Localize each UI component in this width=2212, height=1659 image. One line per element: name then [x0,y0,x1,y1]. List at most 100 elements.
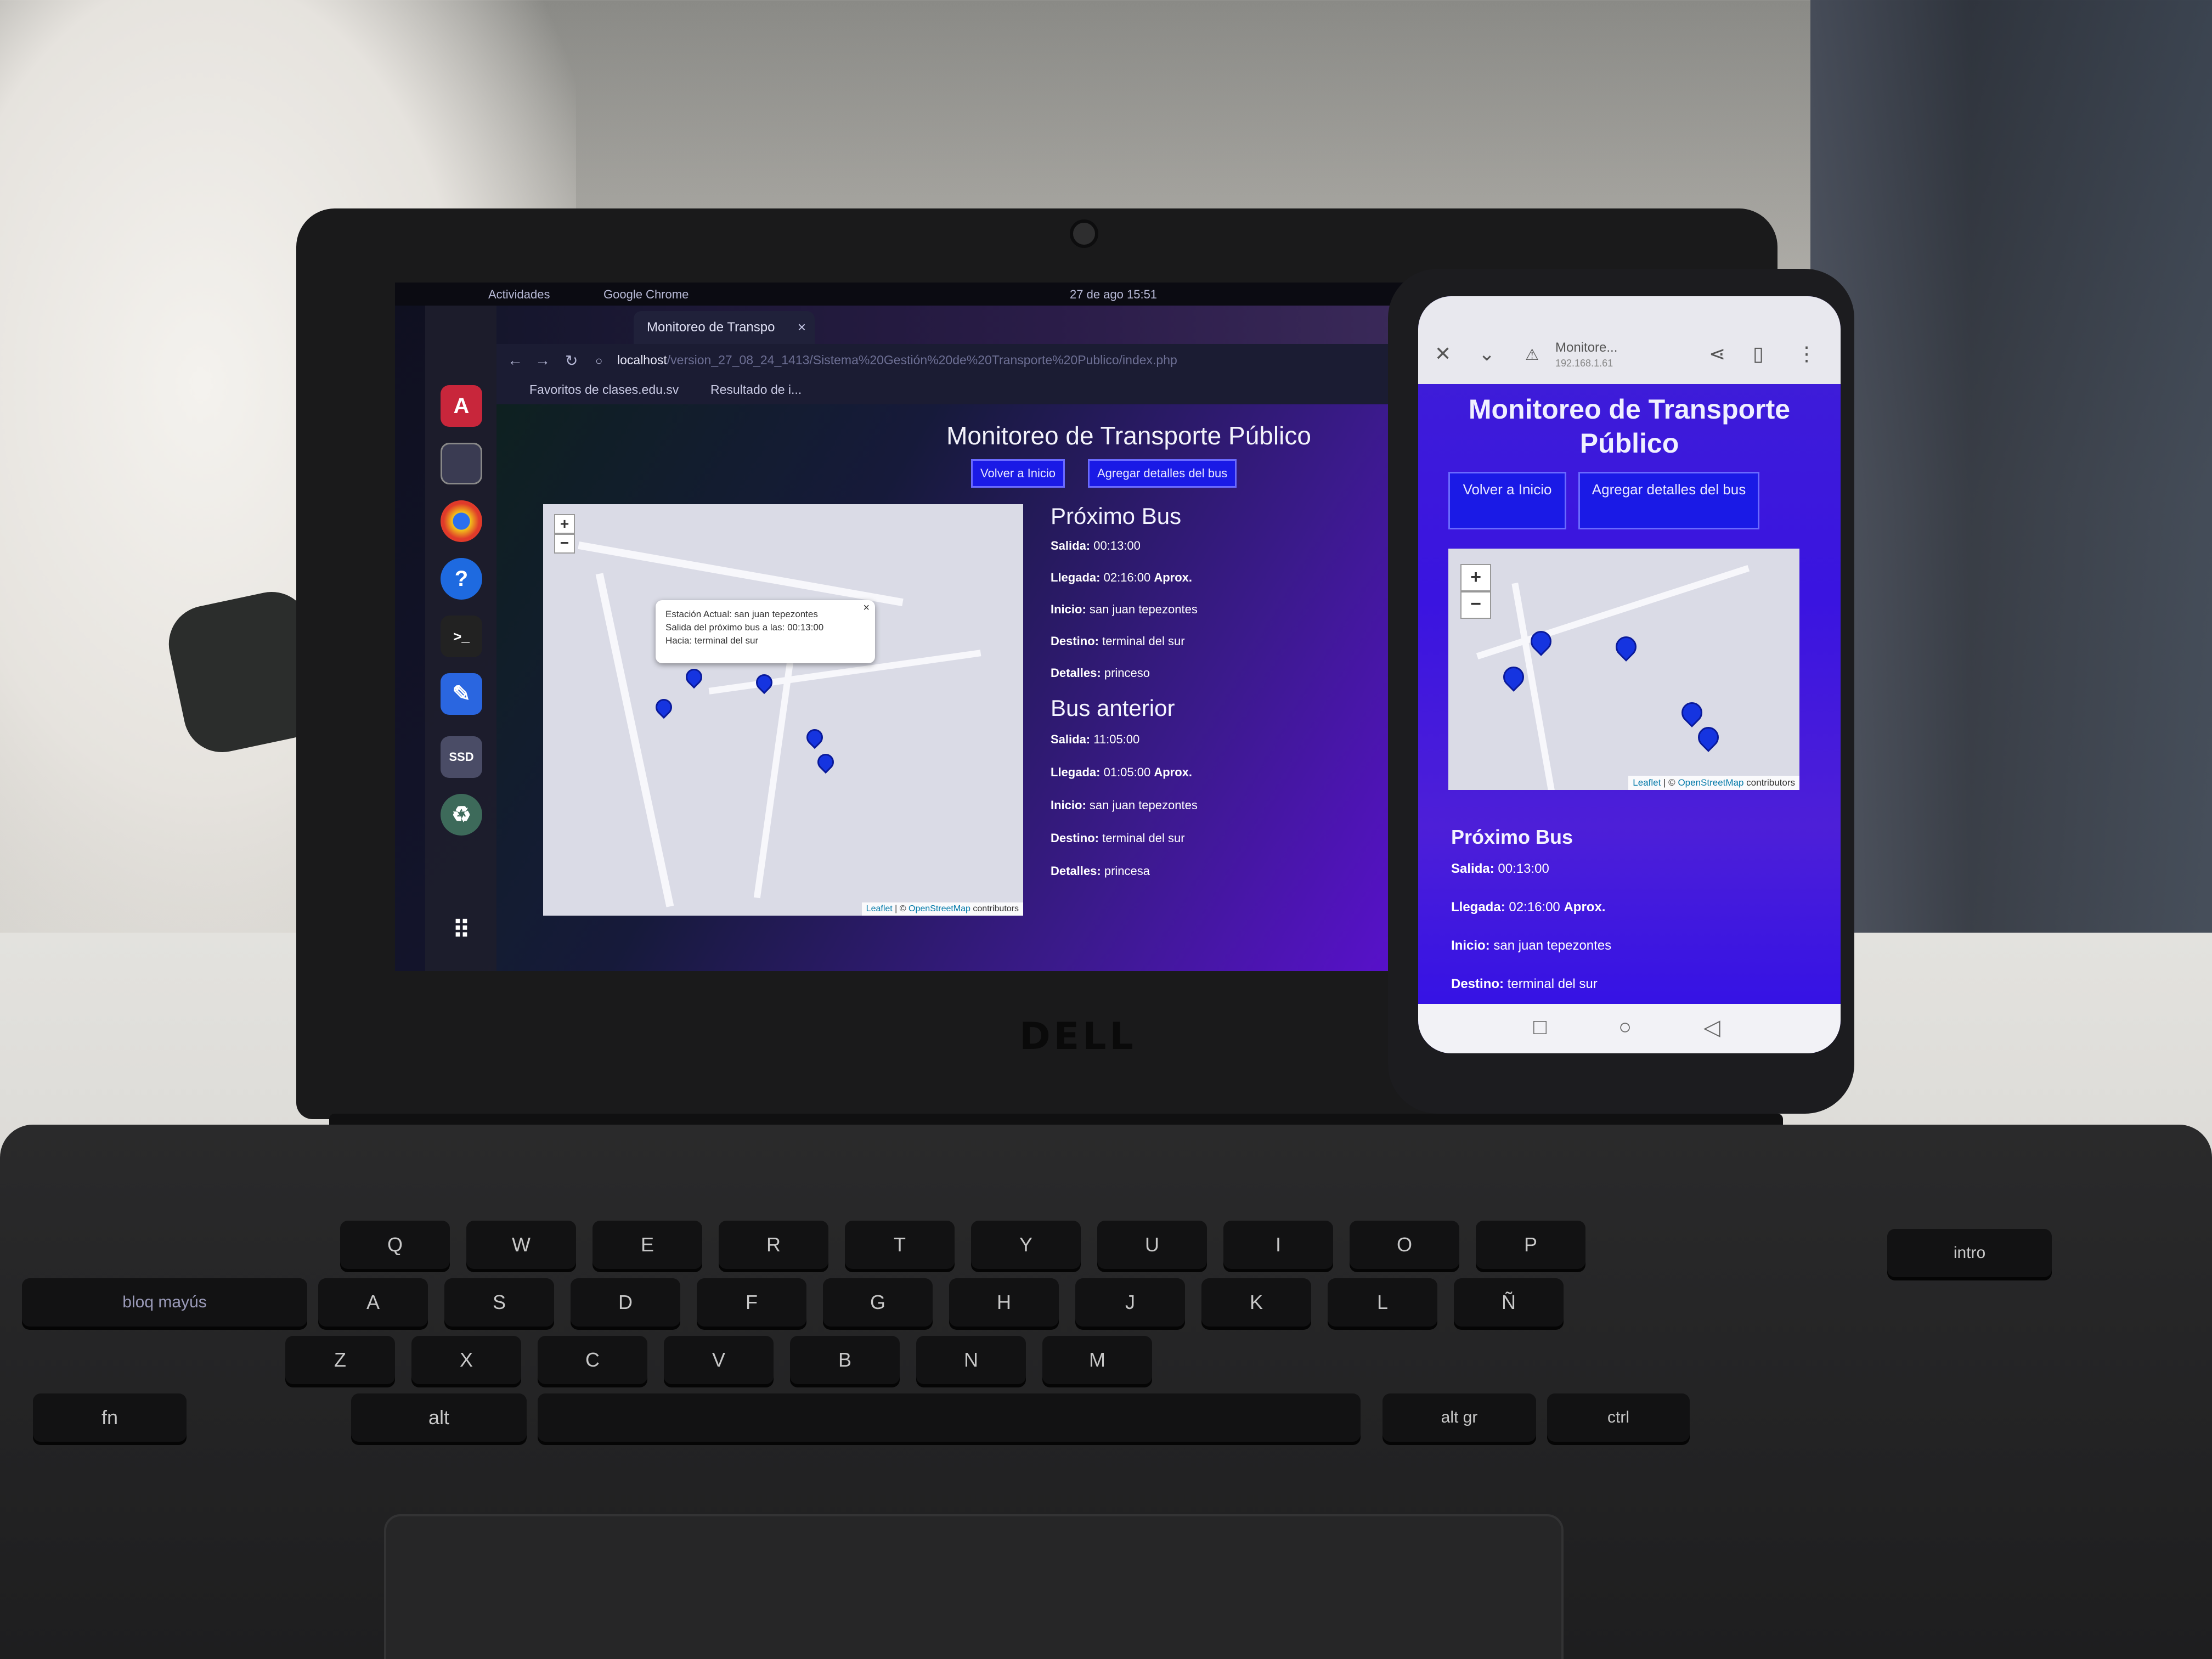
phone-chevron-down-icon[interactable]: ⌄ [1479,342,1495,365]
alt-gr-key[interactable]: alt gr [1383,1393,1536,1442]
fn-key[interactable]: fn [33,1393,187,1442]
bus-stop-marker[interactable] [1611,632,1641,662]
key-e[interactable]: E [592,1221,702,1269]
back-icon[interactable]: ← [507,352,523,369]
value: 11:05:00 [1093,732,1140,746]
app-center-icon[interactable]: A [441,385,482,427]
osm-link[interactable]: OpenStreetMap [1678,777,1743,788]
zoom-in-button[interactable]: + [554,514,575,534]
key-g[interactable]: G [823,1278,933,1327]
window-icon[interactable] [441,443,482,484]
key-v[interactable]: V [664,1336,774,1384]
key-p[interactable]: P [1476,1221,1585,1269]
ssd-drive-icon[interactable]: SSD [441,736,482,778]
phone-home-icon[interactable]: ○ [1618,1015,1632,1040]
forward-icon[interactable]: → [535,352,550,369]
popup-close-icon[interactable]: × [863,601,870,614]
key-q[interactable]: Q [340,1221,450,1269]
key-ñ[interactable]: Ñ [1454,1278,1564,1327]
key-j[interactable]: J [1075,1278,1185,1327]
bus-stop-marker[interactable] [682,665,706,689]
bookmark-resultado[interactable]: Resultado de i... [710,382,802,397]
key-f[interactable]: F [697,1278,806,1327]
key-o[interactable]: O [1350,1221,1459,1269]
show-apps-icon[interactable]: ⠿ [441,909,482,951]
bus-stop-marker[interactable] [1694,723,1723,752]
bus-stop-marker[interactable] [652,695,676,719]
bus-stop-marker[interactable] [803,725,827,749]
text-editor-icon[interactable]: ✎ [441,673,482,715]
next-bus-destino: Destino: terminal del sur [1051,634,1185,648]
key-k[interactable]: K [1201,1278,1311,1327]
value: 00:13:00 [1498,861,1549,876]
caps-lock-key[interactable]: bloq mayús [22,1278,307,1327]
terminal-icon[interactable]: >_ [441,616,482,657]
key-c[interactable]: C [538,1336,647,1384]
key-z[interactable]: Z [285,1336,395,1384]
phone-menu-icon[interactable]: ⋮ [1797,342,1816,365]
phone-zoom-out-button[interactable]: − [1460,591,1491,619]
key-h[interactable]: H [949,1278,1059,1327]
zoom-out-button[interactable]: − [554,534,575,554]
phone-bookmark-icon[interactable]: ▯ [1753,342,1764,365]
key-r[interactable]: R [719,1221,828,1269]
chrome-icon[interactable] [441,500,482,542]
map[interactable]: + − Estación Actual: san juan tepezontes… [543,504,1023,916]
osm-link[interactable]: OpenStreetMap [909,904,970,913]
leaflet-link[interactable]: Leaflet [866,904,893,913]
bus-stop-marker[interactable] [814,750,838,774]
tab-close-icon[interactable]: × [798,319,806,336]
bus-stop-marker[interactable] [1677,698,1707,727]
key-n[interactable]: N [916,1336,1026,1384]
bookmark-favoritos[interactable]: Favoritos de clases.edu.sv [529,382,679,397]
bus-stop-marker[interactable] [752,670,776,695]
key-y[interactable]: Y [971,1221,1081,1269]
key-a[interactable]: A [318,1278,428,1327]
phone-map[interactable]: + − Leaflet | © OpenStreetMap contributo… [1448,549,1799,790]
key-d[interactable]: D [571,1278,680,1327]
touchpad[interactable] [384,1514,1564,1659]
key-l[interactable]: L [1328,1278,1437,1327]
activities-button[interactable]: Actividades [488,287,550,302]
key-w[interactable]: W [466,1221,576,1269]
key-u[interactable]: U [1097,1221,1207,1269]
key-s[interactable]: S [444,1278,554,1327]
phone-back-icon[interactable]: ◁ [1703,1015,1720,1040]
help-icon[interactable]: ? [441,558,482,600]
phone-share-icon[interactable]: ⋖ [1709,342,1725,365]
key-x[interactable]: X [411,1336,521,1384]
ctrl-key[interactable]: ctrl [1547,1393,1690,1442]
bookmarks-bar: Favoritos de clases.edu.sv Resultado de … [496,376,1421,404]
add-bus-details-button[interactable]: Agregar detalles del bus [1088,459,1237,488]
active-app-label[interactable]: Google Chrome [603,287,689,302]
back-home-button[interactable]: Volver a Inicio [971,459,1065,488]
phone-back-home-button[interactable]: Volver a Inicio [1448,472,1566,529]
label: Destino: [1051,634,1099,648]
phone-zoom-in-button[interactable]: + [1460,564,1491,591]
popup-departure: Salida del próximo bus a las: 00:13:00 [665,622,824,633]
enter-key[interactable]: intro [1887,1229,2052,1277]
key-b[interactable]: B [790,1336,900,1384]
label: Salida: [1051,539,1091,552]
phone-inicio: Inicio: san juan tepezontes [1451,938,1611,953]
space-key[interactable] [538,1393,1361,1442]
key-t[interactable]: T [845,1221,955,1269]
phone-close-icon[interactable]: ✕ [1435,342,1451,365]
value: terminal del sur [1102,831,1185,845]
phone-page-title[interactable]: Monitore... [1555,340,1617,356]
reload-icon[interactable]: ↻ [565,352,578,370]
tab-monitoreo[interactable]: Monitoreo de Transpo × [634,311,815,344]
trash-icon[interactable]: ♻ [441,794,482,836]
phone-add-details-button[interactable]: Agregar detalles del bus [1578,472,1759,529]
phone-warning-icon[interactable]: ⚠ [1525,346,1539,364]
phone-recents-icon[interactable]: □ [1533,1015,1547,1040]
clock[interactable]: 27 de ago 15:51 [1070,287,1157,302]
bus-stop-marker[interactable] [1499,662,1528,692]
url-field[interactable]: localhost/version_27_08_24_1413/Sistema%… [617,353,1177,368]
key-m[interactable]: M [1042,1336,1152,1384]
alt-key[interactable]: alt [351,1393,527,1442]
site-info-icon[interactable]: ○ [595,354,602,368]
label: Inicio: [1451,938,1490,953]
leaflet-link[interactable]: Leaflet [1633,777,1661,788]
key-i[interactable]: I [1223,1221,1333,1269]
